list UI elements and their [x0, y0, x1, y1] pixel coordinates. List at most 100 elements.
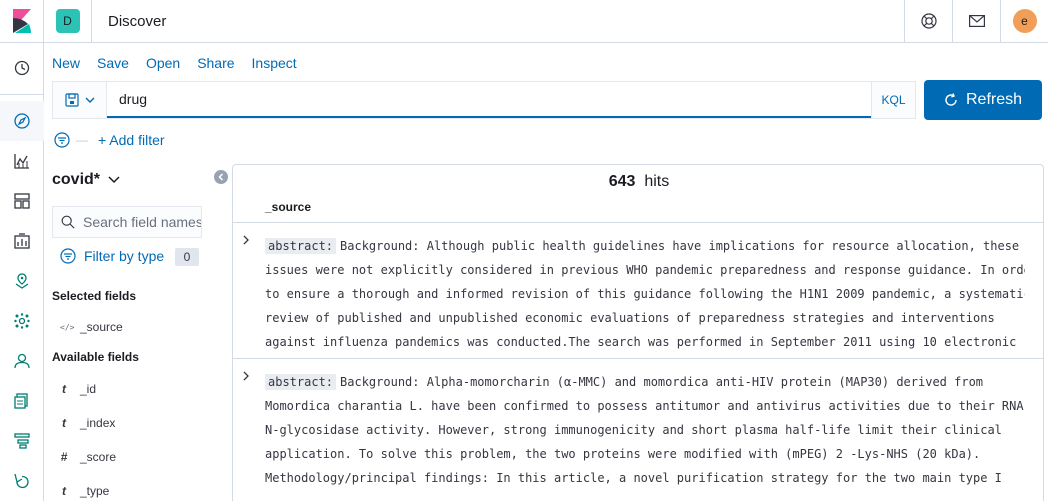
nav-discover[interactable]: [0, 101, 44, 141]
chevron-down-icon: [85, 97, 94, 103]
user-menu-button[interactable]: e: [1000, 0, 1048, 43]
table-row: abstract: Background: Alpha-momorcharin (…: [233, 358, 1043, 501]
query-language-button[interactable]: KQL: [871, 82, 915, 118]
field-search: [52, 206, 202, 238]
share-link[interactable]: Share: [197, 55, 234, 73]
save-link[interactable]: Save: [97, 55, 129, 73]
field-name: _type: [80, 484, 110, 498]
new-link[interactable]: New: [52, 55, 80, 73]
kibana-logo[interactable]: [0, 0, 44, 43]
mail-icon: [968, 15, 985, 27]
column-header-source: _source: [265, 200, 312, 214]
chevron-right-icon[interactable]: [241, 235, 251, 245]
inspect-link[interactable]: Inspect: [252, 55, 297, 73]
filter-count-badge: 0: [175, 248, 199, 266]
number-type-icon: #: [60, 450, 68, 464]
query-bar: drug KQL: [52, 81, 916, 119]
filter-options-icon[interactable]: [54, 132, 70, 148]
page-title: Discover: [108, 12, 167, 30]
hits-count: 643: [608, 173, 636, 190]
space-avatar: D: [55, 9, 80, 33]
field-sidebar: covid* Filter by type 0 Selected fields …: [44, 164, 232, 501]
filter-by-type-label: Filter by type: [84, 248, 165, 264]
results-panel: 643 hits _source abstract: Background: Al…: [232, 164, 1044, 501]
document-line: issues were not explicitly considered in…: [265, 263, 1025, 277]
add-filter-button[interactable]: + Add filter: [98, 132, 165, 148]
source-type-icon: </>: [60, 322, 75, 332]
visualize-icon: [14, 154, 29, 169]
filter-by-type-button[interactable]: Filter by type: [60, 248, 168, 264]
help-icon: [920, 13, 937, 29]
hits-counter: 643 hits: [233, 173, 1043, 191]
save-icon: [64, 93, 79, 107]
dashboard-icon: [14, 193, 30, 209]
string-type-icon: t: [62, 416, 66, 430]
left-navigation: [0, 43, 44, 501]
nav-dashboard[interactable]: [0, 181, 44, 221]
recently-viewed-button[interactable]: [0, 48, 44, 88]
hits-label: hits: [644, 173, 670, 190]
refresh-label: Refresh: [965, 91, 1023, 108]
refresh-button[interactable]: Refresh: [924, 80, 1042, 120]
uptime-icon: [14, 473, 29, 489]
document-line: abstract: Background: Alpha-momorcharin (…: [265, 370, 1025, 394]
string-type-icon: t: [62, 484, 66, 498]
document-line: to ensure a thorough and informed revisi…: [265, 287, 1025, 301]
apm-icon: [14, 433, 30, 449]
collapse-sidebar-button[interactable]: [214, 170, 228, 184]
field-item-type[interactable]: t _type: [60, 482, 109, 500]
field-name: _score: [80, 450, 117, 464]
document-source: abstract: Background: Alpha-momorcharin (…: [265, 370, 1025, 490]
field-key: abstract:: [265, 238, 337, 254]
document-line: Methodology/principal findings: In this …: [265, 471, 1002, 485]
logs-icon: [14, 393, 28, 409]
chevron-down-icon: [108, 176, 120, 184]
document-source: abstract: Background: Although public hea…: [265, 234, 1025, 354]
nav-logs[interactable]: [0, 381, 44, 421]
field-value: Background: Alpha-momorcharin (α-MMC) an…: [340, 375, 984, 389]
mail-button[interactable]: [952, 0, 1000, 43]
field-search-input[interactable]: [83, 214, 201, 230]
field-name: _id: [80, 382, 97, 396]
kibana-logo-icon: [12, 9, 31, 33]
query-input[interactable]: drug: [107, 82, 871, 118]
space-selector[interactable]: D: [44, 0, 92, 43]
compass-icon: [14, 113, 30, 129]
field-item-score[interactable]: # _score: [60, 448, 116, 466]
nav-metrics[interactable]: [0, 341, 44, 381]
nav-canvas[interactable]: [0, 221, 44, 261]
metrics-icon: [14, 353, 30, 369]
document-line: review of published and unpublished econ…: [265, 311, 995, 325]
nav-maps[interactable]: [0, 261, 44, 301]
field-name: _index: [80, 416, 116, 430]
saved-query-button[interactable]: [53, 82, 107, 118]
index-pattern-selector[interactable]: covid*: [52, 171, 120, 189]
refresh-icon: [945, 93, 957, 106]
user-avatar: e: [1012, 9, 1037, 33]
chevron-right-icon[interactable]: [241, 371, 251, 381]
field-item-id[interactable]: t _id: [60, 380, 96, 398]
document-line: abstract: Background: Although public hea…: [265, 234, 1025, 258]
nav-apm[interactable]: [0, 421, 44, 461]
top-header: D Discover e: [0, 0, 1048, 43]
document-line: application. To solve this problem, the …: [265, 447, 981, 461]
field-item-index[interactable]: t _index: [60, 414, 115, 432]
string-type-icon: t: [62, 382, 66, 396]
filter-icon: [60, 248, 76, 264]
help-button[interactable]: [904, 0, 952, 43]
filter-divider: —: [76, 133, 88, 147]
search-icon: [61, 215, 75, 229]
nav-uptime[interactable]: [0, 461, 44, 501]
top-nav-menu: New Save Open Share Inspect: [52, 55, 297, 73]
nav-divider: [0, 94, 43, 95]
nav-machine-learning[interactable]: [0, 301, 44, 341]
open-link[interactable]: Open: [146, 55, 180, 73]
field-value: Background: Although public health guide…: [340, 239, 1020, 253]
ml-icon: [14, 313, 30, 329]
nav-visualize[interactable]: [0, 141, 44, 181]
canvas-icon: [14, 233, 30, 249]
maps-icon: [15, 273, 29, 289]
field-item-source[interactable]: </> _source: [60, 318, 123, 336]
table-row: abstract: Background: Although public hea…: [233, 222, 1043, 358]
clock-icon: [14, 60, 30, 76]
